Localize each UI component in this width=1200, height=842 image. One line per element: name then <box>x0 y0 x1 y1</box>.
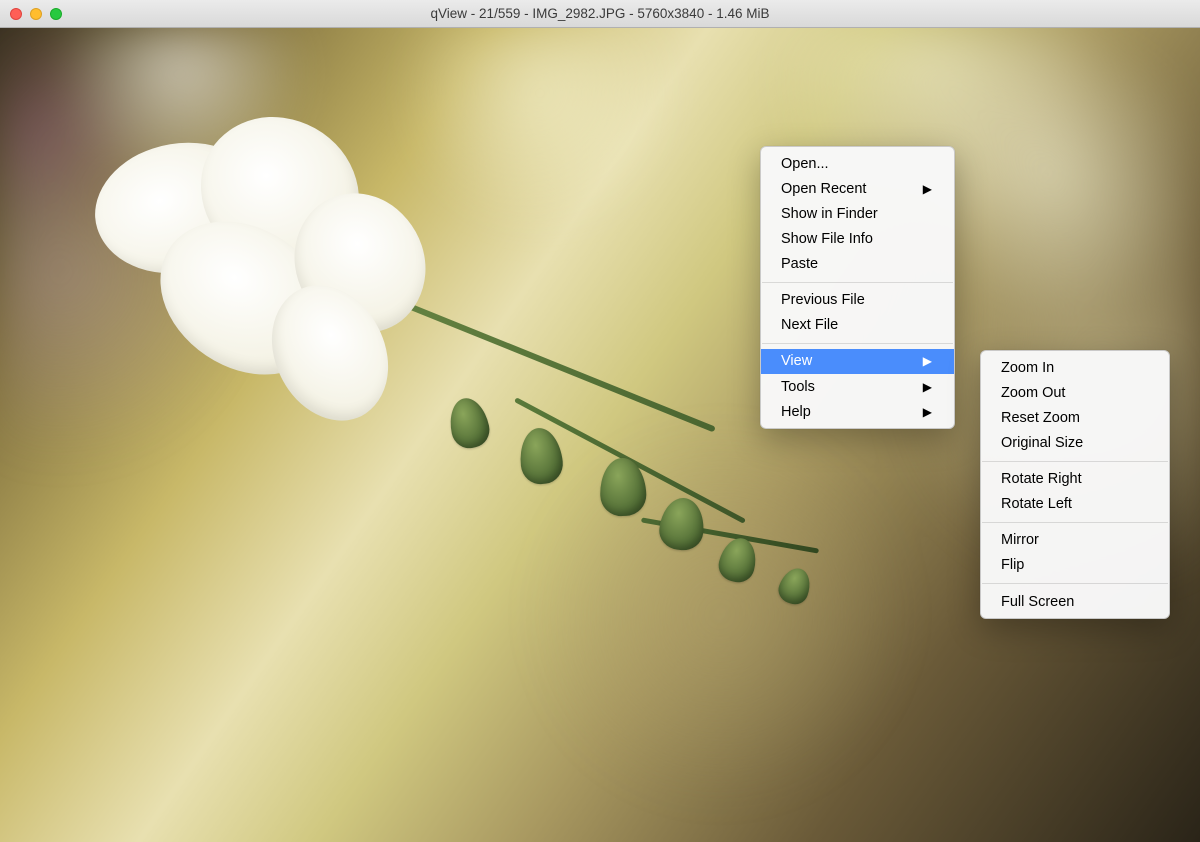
menu-separator <box>982 461 1168 462</box>
chevron-right-icon: ▶ <box>923 381 932 393</box>
app-window: qView - 21/559 - IMG_2982.JPG - 5760x384… <box>0 0 1200 842</box>
chevron-right-icon: ▶ <box>923 406 932 418</box>
menu-item-label: Mirror <box>1001 531 1039 549</box>
menu-item-label: Open... <box>781 155 829 173</box>
menu-item-next-file[interactable]: Next File <box>761 313 954 338</box>
menu-item-label: Flip <box>1001 556 1024 574</box>
menu-item-tools[interactable]: Tools ▶ <box>761 374 954 399</box>
menu-item-rotate-right[interactable]: Rotate Right <box>981 467 1169 492</box>
menu-item-open-recent[interactable]: Open Recent ▶ <box>761 176 954 201</box>
window-title: qView - 21/559 - IMG_2982.JPG - 5760x384… <box>0 6 1200 21</box>
menu-item-label: Show in Finder <box>781 205 878 223</box>
menu-item-label: Open Recent <box>781 180 866 198</box>
menu-item-show-in-finder[interactable]: Show in Finder <box>761 201 954 226</box>
menu-separator <box>982 522 1168 523</box>
menu-item-label: Paste <box>781 255 818 273</box>
titlebar: qView - 21/559 - IMG_2982.JPG - 5760x384… <box>0 0 1200 28</box>
menu-item-label: Full Screen <box>1001 593 1074 611</box>
menu-item-full-screen[interactable]: Full Screen <box>981 589 1169 614</box>
menu-item-zoom-in[interactable]: Zoom In <box>981 355 1169 380</box>
menu-item-mirror[interactable]: Mirror <box>981 528 1169 553</box>
close-button[interactable] <box>10 8 22 20</box>
traffic-lights <box>0 0 62 27</box>
zoom-button[interactable] <box>50 8 62 20</box>
menu-item-paste[interactable]: Paste <box>761 252 954 277</box>
menu-item-label: Tools <box>781 378 815 396</box>
menu-item-view[interactable]: View ▶ <box>761 349 954 374</box>
menu-item-label: Show File Info <box>781 230 873 248</box>
menu-item-label: View <box>781 352 812 370</box>
menu-item-open[interactable]: Open... <box>761 151 954 176</box>
menu-item-label: Rotate Right <box>1001 470 1082 488</box>
menu-item-label: Zoom In <box>1001 359 1054 377</box>
menu-item-label: Reset Zoom <box>1001 409 1080 427</box>
menu-item-label: Zoom Out <box>1001 384 1065 402</box>
menu-separator <box>982 583 1168 584</box>
context-menu: Open... Open Recent ▶ Show in Finder Sho… <box>760 146 955 429</box>
menu-item-label: Help <box>781 403 811 421</box>
chevron-right-icon: ▶ <box>923 355 932 367</box>
menu-item-label: Original Size <box>1001 434 1083 452</box>
menu-item-rotate-left[interactable]: Rotate Left <box>981 492 1169 517</box>
menu-separator <box>762 343 953 344</box>
chevron-right-icon: ▶ <box>923 183 932 195</box>
menu-item-previous-file[interactable]: Previous File <box>761 288 954 313</box>
menu-item-show-file-info[interactable]: Show File Info <box>761 226 954 251</box>
menu-item-help[interactable]: Help ▶ <box>761 399 954 424</box>
menu-item-flip[interactable]: Flip <box>981 553 1169 578</box>
menu-item-zoom-out[interactable]: Zoom Out <box>981 380 1169 405</box>
menu-item-label: Rotate Left <box>1001 495 1072 513</box>
image-viewport[interactable]: Open... Open Recent ▶ Show in Finder Sho… <box>0 28 1200 842</box>
menu-item-label: Previous File <box>781 291 865 309</box>
menu-separator <box>762 282 953 283</box>
menu-item-label: Next File <box>781 316 838 334</box>
menu-item-original-size[interactable]: Original Size <box>981 430 1169 455</box>
menu-item-reset-zoom[interactable]: Reset Zoom <box>981 405 1169 430</box>
view-submenu: Zoom In Zoom Out Reset Zoom Original Siz… <box>980 350 1170 619</box>
minimize-button[interactable] <box>30 8 42 20</box>
